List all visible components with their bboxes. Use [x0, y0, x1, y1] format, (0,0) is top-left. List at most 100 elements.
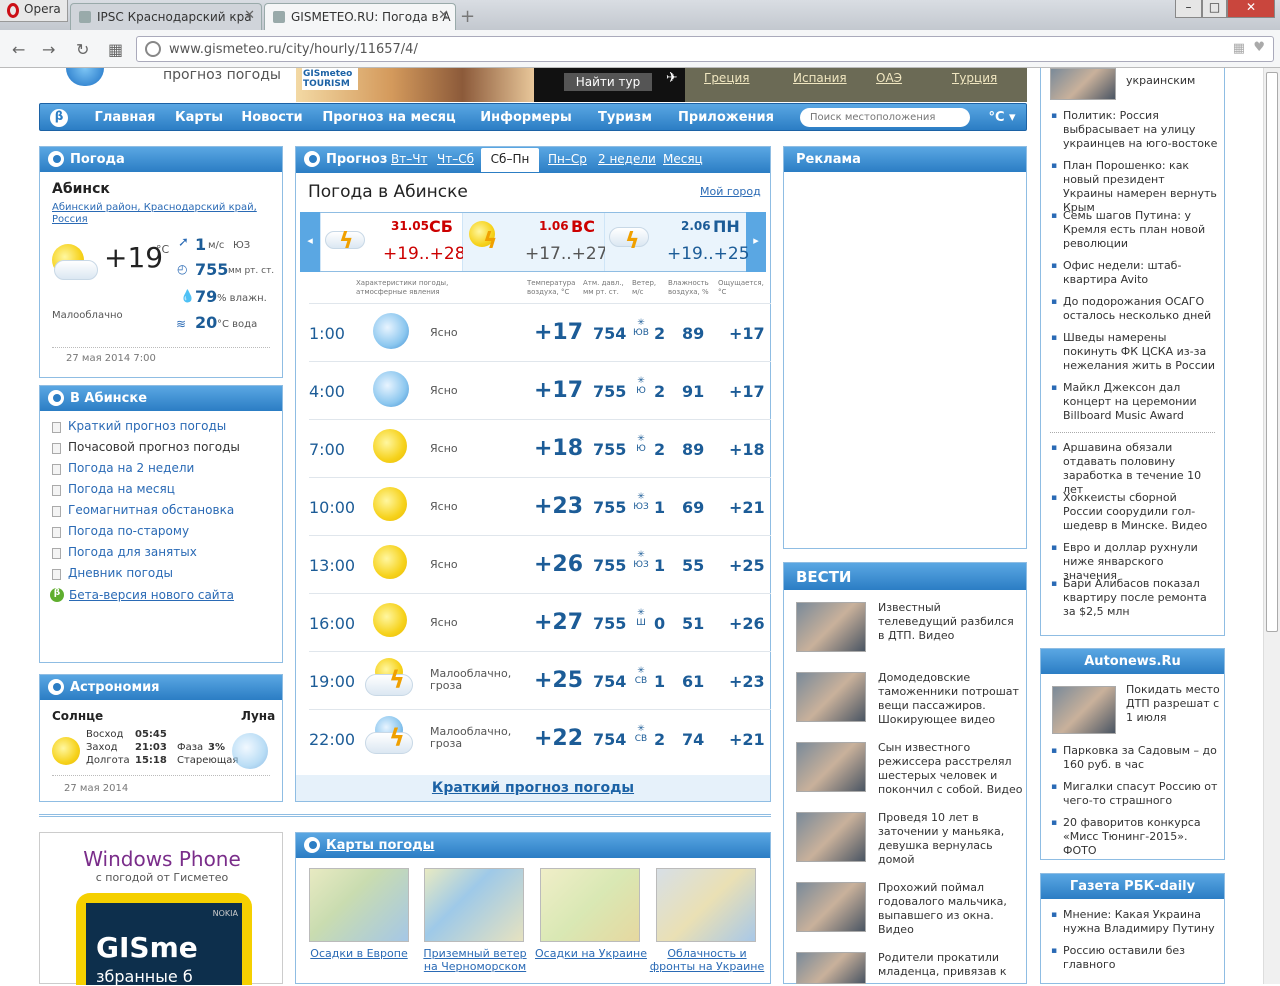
autonews-header[interactable]: Autonews.Ru	[1041, 649, 1224, 674]
news-thumbnail[interactable]	[796, 882, 866, 932]
bookmark-heart-icon[interactable]: ♥	[1253, 40, 1265, 55]
vesti-news-link[interactable]: Проведя 10 лет в заточении у маньяка, де…	[878, 811, 1023, 867]
forecast-tab-thu-sat[interactable]: Чт–Сб	[437, 152, 474, 166]
find-tour-block[interactable]: Найти тур ✈	[534, 68, 685, 102]
forward-icon[interactable]: →	[42, 40, 55, 59]
city-link-diary[interactable]: Дневник погоды	[52, 566, 173, 580]
nav-news[interactable]: Новости	[236, 104, 308, 132]
my-city-link[interactable]: Мой город	[700, 185, 761, 198]
map-label[interactable]: Приземный ветер на Черноморском	[415, 947, 535, 973]
day-card-sat[interactable]: ϟ 31.05 СБ +19..+28	[321, 213, 466, 271]
city-link-short[interactable]: Краткий прогноз погоды	[51, 419, 226, 433]
close-tab-icon[interactable]: ✕	[244, 8, 255, 23]
scrollbar-thumb[interactable]	[1266, 72, 1278, 632]
vesti-news-link[interactable]: Домодедовские таможенники потрошат вещи …	[878, 671, 1023, 727]
country-link[interactable]: Турция	[952, 71, 997, 85]
close-window-icon[interactable]: ✕	[1227, 0, 1275, 18]
map-label[interactable]: Облачность и фронты на Украине	[647, 947, 767, 973]
beta-site-link[interactable]: Бета-версия нового сайта	[69, 588, 234, 602]
country-link[interactable]: ОАЭ	[876, 71, 902, 85]
close-tab-icon[interactable]: ✕	[438, 8, 449, 23]
forecast-tab-sat-mon[interactable]: Сб–Пн	[481, 148, 539, 172]
news-link[interactable]: Хоккеисты сборной России соорудили гол-ш…	[1051, 491, 1218, 533]
news-thumbnail[interactable]	[796, 742, 866, 792]
city-link-hourly[interactable]: Почасовой прогноз погоды	[52, 440, 240, 454]
news-link[interactable]: План Порошенко: как новый президент Укра…	[1051, 159, 1218, 215]
nav-home[interactable]: Главная	[88, 104, 162, 132]
news-link[interactable]: Мнение: Какая Украина нужна Владимиру Пу…	[1051, 908, 1218, 936]
map-thumbnail-ukraine-precip[interactable]	[540, 868, 640, 942]
nav-maps[interactable]: Карты	[168, 104, 230, 132]
rbc-header[interactable]: Газета РБК-daily	[1041, 874, 1224, 899]
reload-icon[interactable]: ↻	[76, 40, 89, 59]
news-fragment[interactable]: украинским	[1126, 74, 1195, 87]
news-link[interactable]: Майкл Джексон дал концерт на церемонии B…	[1051, 381, 1218, 423]
speed-dial-icon[interactable]: ▦	[108, 40, 123, 59]
city-link-2weeks[interactable]: Погода на 2 недели	[51, 461, 194, 475]
site-info-icon[interactable]	[145, 41, 161, 57]
prev-days-arrow[interactable]: ◂	[300, 212, 320, 272]
news-link[interactable]: Мигалки спасут Россию от чего-то страшно…	[1051, 780, 1218, 808]
map-thumbnail-black-sea-wind[interactable]	[424, 868, 524, 942]
nav-apps[interactable]: Приложения	[676, 104, 776, 132]
region-link[interactable]: Абинский район, Краснодарский край, Росс…	[52, 202, 262, 226]
unit-select[interactable]: °C ▾	[984, 104, 1020, 132]
news-link[interactable]: Россию оставили без главного	[1051, 944, 1218, 972]
short-forecast-link[interactable]: Краткий прогноз погоды	[432, 780, 634, 796]
forecast-tab-2weeks[interactable]: 2 недели	[598, 152, 656, 166]
vesti-news-link[interactable]: Сын известного режиссера расстрелял шест…	[878, 741, 1023, 797]
city-link-month[interactable]: Погода на месяц	[52, 482, 175, 496]
maximize-icon[interactable]: □	[1202, 0, 1227, 18]
news-thumbnail[interactable]	[796, 952, 866, 984]
windows-phone-promo[interactable]: Windows Phone с погодой от Гисметео NOKI…	[39, 832, 283, 986]
news-link[interactable]: Парковка за Садовым – до 160 руб. в час	[1051, 744, 1218, 772]
country-link[interactable]: Греция	[704, 71, 750, 85]
map-label[interactable]: Осадки на Украине	[531, 947, 651, 960]
day-card-sun[interactable]: ϟ 1.06 ВС +17..+27	[463, 213, 608, 271]
news-link[interactable]: До подорожания ОСАГО осталось несколько …	[1051, 295, 1218, 323]
forecast-tab-month[interactable]: Месяц	[663, 152, 703, 166]
news-thumbnail[interactable]	[796, 602, 866, 652]
browser-tab-1[interactable]: IPSC Краснодарский кра ✕	[70, 3, 262, 30]
city-link-geomagnetic[interactable]: Геомагнитная обстановка	[51, 503, 234, 517]
news-link[interactable]: Аршавина обязали отдавать половину зараб…	[1051, 441, 1218, 497]
vesti-news-link[interactable]: Родители прокатили младенца, привязав к	[878, 951, 1023, 979]
location-search-input[interactable]	[800, 108, 970, 127]
back-icon[interactable]: ←	[12, 40, 25, 59]
news-link[interactable]: Офис недели: штаб-квартира Avito	[1051, 259, 1218, 287]
beta-icon[interactable]: β	[50, 109, 68, 127]
country-link[interactable]: Испания	[793, 71, 847, 85]
maps-panel-header[interactable]: Карты погоды	[296, 833, 770, 858]
news-thumbnail[interactable]	[796, 672, 866, 722]
city-link-old-style[interactable]: Погода по-старому	[51, 524, 189, 538]
new-tab-icon[interactable]: +	[460, 6, 475, 27]
nav-tourism[interactable]: Туризм	[592, 104, 658, 132]
forecast-tab-mon-wed[interactable]: Пн–Ср	[548, 152, 587, 166]
city-link-busy[interactable]: Погода для занятых	[52, 545, 197, 559]
news-link[interactable]: Шведы намерены покинуть ФК ЦСКА из-за не…	[1051, 331, 1218, 373]
opera-menu-button[interactable]: Opera	[0, 0, 68, 22]
vesti-news-link[interactable]: Прохожий поймал годовалого мальчика, вып…	[878, 881, 1023, 937]
map-thumbnail-ukraine-clouds[interactable]	[656, 868, 756, 942]
news-link[interactable]: Бари Алибасов показал квартиру после рем…	[1051, 577, 1218, 619]
map-thumbnail-europe-precip[interactable]	[309, 868, 409, 942]
forecast-tab-tue-thu[interactable]: Вт–Чт	[391, 152, 427, 166]
vertical-scrollbar[interactable]	[1263, 68, 1280, 984]
tourism-ad-banner[interactable]: GISmeteo TOURISM	[296, 68, 534, 102]
news-thumbnail[interactable]	[1050, 68, 1116, 100]
nav-informers[interactable]: Информеры	[474, 104, 578, 132]
autonews-lead[interactable]: Покидать место ДТП разрешат с 1 июля	[1126, 683, 1220, 725]
browser-tab-2[interactable]: GISMETEO.RU: Погода в А ✕	[264, 3, 456, 30]
find-tour-button[interactable]: Найти тур	[564, 73, 652, 91]
map-label[interactable]: Осадки в Европе	[299, 947, 419, 960]
minimize-icon[interactable]: –	[1175, 0, 1202, 18]
news-thumbnail[interactable]	[796, 812, 866, 862]
address-bar[interactable]: www.gismeteo.ru/city/hourly/11657/4/▦ ♥	[136, 36, 1274, 62]
gismeteo-logo-icon[interactable]	[66, 68, 104, 86]
news-link[interactable]: Семь шагов Путина: у Кремля есть план но…	[1051, 209, 1218, 251]
vesti-news-link[interactable]: Известный телеведущий разбился в ДТП. Ви…	[878, 601, 1023, 643]
news-link[interactable]: Политик: Россия выбрасывает на улицу укр…	[1051, 109, 1218, 151]
day-card-mon[interactable]: ϟ 2.06 ПН +19..+25	[605, 213, 750, 271]
nav-month[interactable]: Прогноз на месяц	[320, 104, 458, 132]
stash-icon[interactable]: ▦	[1233, 41, 1245, 56]
